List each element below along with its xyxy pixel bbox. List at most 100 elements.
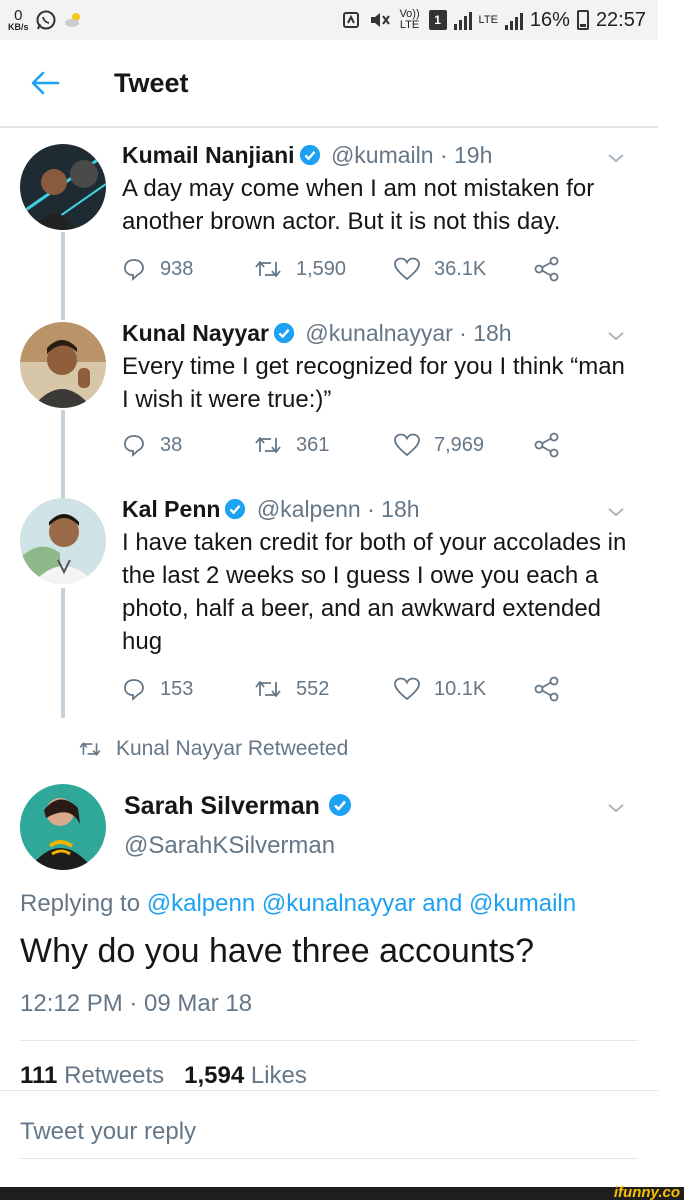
reply-action[interactable]: 153: [122, 677, 254, 701]
divider: [0, 1090, 658, 1091]
like-count: 7,969: [434, 433, 485, 456]
like-total[interactable]: 1,594: [184, 1062, 244, 1089]
heart-icon: [394, 433, 420, 457]
tweet-text: Why do you have three accounts?: [20, 932, 535, 970]
avatar[interactable]: [20, 322, 106, 408]
like-count: 10.1K: [434, 677, 487, 700]
thread-line: [61, 588, 65, 718]
retweet-icon: [255, 261, 281, 277]
replying-to: Replying to @kalpenn @kunalnayyar and @k…: [20, 890, 576, 918]
replying-prefix: Replying to: [20, 890, 141, 917]
divider: [20, 1040, 638, 1041]
reply-icon: [124, 435, 144, 457]
avatar[interactable]: [20, 144, 106, 230]
tweet-text: I have taken credit for both of your acc…: [122, 529, 627, 655]
share-icon: [534, 676, 559, 702]
retweet-action[interactable]: 1,590: [254, 258, 394, 281]
tweet-age: · 19h: [439, 142, 493, 168]
author-handle[interactable]: @SarahKSilverman: [124, 832, 335, 860]
divider: [20, 1158, 638, 1159]
mention-link[interactable]: @kumailn: [469, 890, 576, 917]
reply-action[interactable]: 938: [122, 257, 254, 281]
thread-line: [61, 410, 65, 500]
reply-input[interactable]: Tweet your reply: [20, 1118, 196, 1146]
avatar[interactable]: [20, 498, 106, 584]
author-name[interactable]: Kal Penn: [122, 496, 220, 522]
mute-icon: [369, 9, 391, 31]
battery-percent: 16%: [529, 8, 570, 31]
reply-icon: [124, 259, 144, 281]
signal-icon: [453, 10, 472, 30]
thread-line: [61, 232, 65, 320]
retweet-count: 552: [296, 677, 330, 700]
author-name-row[interactable]: Sarah Silverman: [124, 792, 356, 821]
retweeted-by-label: Kunal Nayyar Retweeted: [116, 737, 349, 760]
battery-icon: [576, 10, 589, 30]
avatar[interactable]: [20, 784, 106, 870]
retweeted-by[interactable]: Kunal Nayyar Retweeted: [78, 737, 348, 761]
retweet-icon: [255, 681, 281, 697]
tweet-stats: 111 Retweets 1,594 Likes: [20, 1062, 307, 1090]
retweet-icon: [255, 437, 281, 453]
verified-badge-icon: [299, 144, 320, 166]
chevron-down-icon[interactable]: [604, 146, 628, 170]
reply-action[interactable]: 38: [122, 433, 254, 457]
clock: 22:57: [595, 8, 646, 31]
retweet-action[interactable]: 552: [254, 678, 394, 701]
like-count: 36.1K: [434, 257, 487, 280]
network-type: LTE: [478, 13, 498, 26]
chevron-down-icon[interactable]: [604, 324, 628, 348]
share-action[interactable]: [534, 256, 560, 282]
author-name[interactable]: Kumail Nanjiani: [122, 142, 295, 168]
retweet-count: 1,590: [296, 257, 347, 280]
author-handle[interactable]: @kalpenn: [257, 496, 361, 522]
reply-count: 38: [160, 433, 183, 456]
like-action[interactable]: 7,969: [394, 433, 534, 457]
author-handle[interactable]: @kumailn: [331, 142, 434, 168]
author-name[interactable]: Sarah Silverman: [124, 792, 320, 820]
heart-icon: [394, 257, 420, 281]
mention-links[interactable]: @kalpenn @kunalnayyar: [147, 890, 416, 917]
app-header: Tweet: [0, 40, 658, 128]
author-handle[interactable]: @kunalnayyar: [305, 320, 452, 346]
reply-count: 938: [160, 257, 194, 280]
watermark: ifunny.co: [613, 1184, 680, 1200]
share-action[interactable]: [534, 432, 560, 458]
weather-icon: [63, 9, 85, 31]
volte-indicator: Vo)) LTE: [399, 8, 420, 31]
alarm-icon: [340, 9, 362, 31]
reply-icon: [124, 679, 144, 701]
chevron-down-icon[interactable]: [604, 796, 628, 820]
tweet-text: Every time I get recognized for you I th…: [122, 353, 625, 413]
author-name[interactable]: Kunal Nayyar: [122, 320, 269, 346]
mention-and[interactable]: and: [422, 890, 462, 917]
back-button[interactable]: [0, 39, 90, 127]
sim-indicator: 1: [428, 10, 447, 30]
tweet-text: A day may come when I am not mistaken fo…: [122, 175, 595, 235]
right-margin: [658, 0, 684, 1187]
back-arrow-icon: [31, 71, 60, 95]
page-title: Tweet: [114, 67, 189, 98]
retweet-action[interactable]: 361: [254, 434, 394, 457]
share-icon: [534, 432, 559, 458]
retweet-total[interactable]: 111: [20, 1062, 57, 1089]
share-icon: [534, 256, 559, 282]
verified-badge-icon: [225, 498, 246, 520]
watermark-bar: [0, 1187, 684, 1200]
retweet-icon: [79, 742, 101, 756]
heart-icon: [394, 677, 420, 701]
share-action[interactable]: [534, 676, 560, 702]
speed-value: 0: [14, 7, 23, 24]
chevron-down-icon[interactable]: [604, 500, 628, 524]
network-speed: 0 KB/s: [8, 8, 29, 32]
verified-badge-icon: [273, 322, 295, 344]
like-action[interactable]: 10.1K: [394, 677, 534, 701]
like-total-label[interactable]: Likes: [251, 1062, 307, 1089]
like-action[interactable]: 36.1K: [394, 257, 534, 281]
tweet-age: · 18h: [367, 496, 420, 522]
signal-icon-2: [504, 10, 523, 30]
speed-unit: KB/s: [8, 22, 29, 32]
tweet-age: · 18h: [459, 320, 512, 346]
retweet-total-label[interactable]: Retweets: [64, 1062, 164, 1089]
verified-badge-icon: [328, 794, 351, 816]
